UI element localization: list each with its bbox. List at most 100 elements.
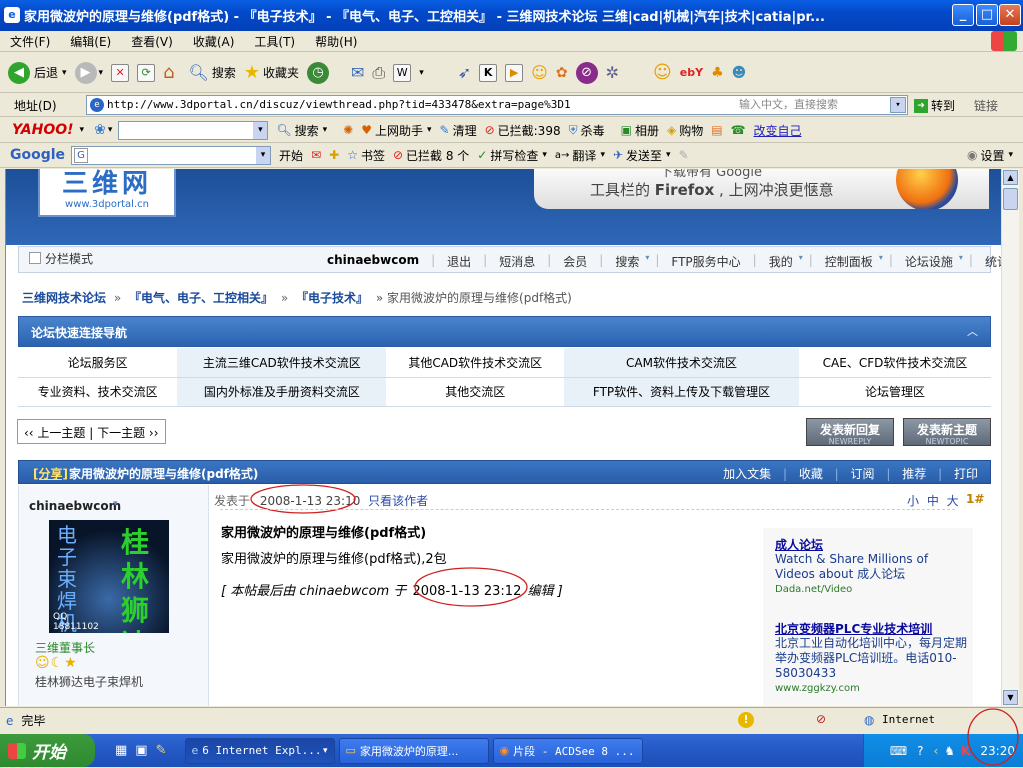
taskbar-task-ie[interactable]: e 6 Internet Expl... ▾ — [184, 737, 335, 764]
keyboard-icon[interactable]: ⌨ — [890, 744, 907, 758]
go-button[interactable]: ➜ 转到 — [914, 97, 955, 114]
ad-url[interactable]: www.zggkzy.com — [775, 683, 860, 694]
chevron-down-icon[interactable]: ▾ — [419, 68, 424, 78]
mail-button[interactable]: ✉ — [351, 63, 364, 82]
menu-favorites[interactable]: 收藏(A) — [183, 33, 245, 50]
taskbar-task-folder[interactable]: ▭ 家用微波炉的原理... — [338, 737, 489, 764]
scroll-down-arrow-icon[interactable]: ▼ — [1003, 690, 1018, 705]
k-app-icon[interactable]: K — [479, 63, 498, 82]
back-button[interactable]: ◀ 后退 ▾ — [8, 61, 67, 84]
site-logo[interactable]: 三维网 www.3dportal.cn — [38, 169, 176, 217]
google-search-button[interactable]: 开始 — [279, 147, 303, 164]
flower-icon[interactable]: ❀ — [94, 122, 106, 138]
quicknav-link[interactable]: 主流三维CAD软件技术交流区 — [177, 348, 387, 378]
bookmarks-button[interactable]: ☆ 书签 — [347, 147, 385, 164]
news-icon[interactable]: ✉ — [311, 148, 321, 162]
menu-edit[interactable]: 编辑(E) — [60, 33, 121, 50]
maximize-button[interactable]: □ — [976, 4, 998, 26]
chevron-down-icon[interactable]: ▾ — [80, 125, 85, 135]
address-input[interactable]: e http://www.3dportal.cn/discuz/viewthre… — [86, 95, 908, 115]
quicknav-link[interactable]: CAM软件技术交流区 — [563, 348, 800, 378]
scroll-thumb[interactable] — [1003, 188, 1018, 210]
shopping-button[interactable]: ◈ 购物 — [667, 122, 703, 139]
contacts-icon[interactable]: ☻ — [732, 65, 747, 81]
rss-icon[interactable]: ▤ — [711, 123, 722, 137]
nav-facilities[interactable]: 论坛设施 — [899, 253, 959, 270]
clean-button[interactable]: ✎ 清理 — [440, 122, 477, 139]
firefox-banner[interactable]: 下载带有 Google 工具栏的 Firefox , 上网冲浪更惬意 — [534, 169, 989, 209]
dropdown-arrow-icon[interactable]: ▾ — [256, 146, 271, 164]
messenger-icon[interactable]: ➶ — [458, 63, 471, 82]
quicknav-link[interactable]: 其他交流区 — [386, 377, 564, 407]
home-button[interactable]: ⌂ — [163, 62, 174, 83]
scroll-up-arrow-icon[interactable]: ▲ — [1003, 170, 1018, 185]
change-link[interactable]: 改变自己 — [754, 122, 802, 139]
action-add-collection[interactable]: 加入文集 — [723, 467, 771, 481]
qq-icon[interactable]: ♞ — [944, 744, 955, 758]
quicknav-link[interactable]: 国内外标准及手册资料交流区 — [177, 377, 387, 407]
quicklaunch-app-icon[interactable]: ✎ — [156, 743, 167, 758]
favorites-button[interactable]: ★ 收藏夹 — [244, 62, 299, 83]
nav-search[interactable]: 搜索 — [609, 253, 645, 270]
vertical-scrollbar[interactable]: ▲ ▼ — [1001, 169, 1019, 706]
only-author-link[interactable]: 只看该作者 — [368, 494, 428, 508]
ad-text[interactable]: Watch & Share Millions of Videos about 成… — [775, 552, 965, 582]
split-mode-label[interactable]: 分栏模式 — [45, 250, 93, 267]
highlight-icon[interactable]: ✎ — [679, 148, 689, 162]
yahoo-search-button[interactable]: 🔍︎ 搜索 ▾ — [276, 122, 327, 139]
nav-messages[interactable]: 短消息 — [493, 253, 541, 270]
nav-ftp[interactable]: FTP服务中心 — [665, 253, 746, 270]
menu-file[interactable]: 文件(F) — [0, 33, 60, 50]
yahoo-logo[interactable]: YAHOO! — [12, 122, 74, 138]
edit-button[interactable]: W — [393, 63, 412, 82]
chevron-down-icon[interactable]: ▾ — [113, 499, 118, 509]
breadcrumb-category[interactable]: 『电气、电子、工控相关』 — [129, 291, 273, 305]
forward-button[interactable]: ▶ ▾ — [74, 61, 103, 84]
collapse-icon[interactable]: ︿ — [967, 323, 978, 339]
start-button[interactable]: 开始 — [0, 734, 95, 767]
popup-blocked-button[interactable]: ⊘ 已拦截:398 — [485, 122, 561, 139]
action-recommend[interactable]: 推荐 — [902, 467, 926, 481]
quicknav-link[interactable]: 其他CAD软件技术交流区 — [386, 348, 564, 378]
quicknav-link[interactable]: 专业资料、技术交流区 — [18, 377, 178, 407]
taskbar-task-acdsee[interactable]: ◉ 片段 - ACDSee 8 ... — [492, 737, 643, 764]
current-username[interactable]: chinaebwcom — [321, 253, 425, 270]
tools-icon[interactable]: ✿ — [556, 65, 568, 81]
dropdown-arrow-icon[interactable]: ▾ — [253, 121, 268, 139]
settings-button[interactable]: ◉ 设置 ▾ — [967, 147, 1013, 164]
quick-search-placeholder[interactable]: 输入中文，直接搜索 — [739, 96, 838, 114]
action-print[interactable]: 打印 — [954, 467, 978, 481]
breadcrumb-forum[interactable]: 『电子技术』 — [296, 291, 368, 305]
game-icon[interactable]: ♣ — [711, 65, 724, 81]
nav-stats[interactable]: 统计 — [979, 253, 1001, 270]
ad-url[interactable]: Dada.net/Video — [775, 584, 852, 595]
google-logo[interactable]: Google — [10, 147, 65, 163]
blocked-icon[interactable]: ⊘ — [816, 712, 826, 726]
nav-control-panel[interactable]: 控制面板 — [819, 253, 879, 270]
minimize-button[interactable]: _ — [952, 4, 974, 26]
gear-icon[interactable]: ✲ — [606, 63, 619, 82]
new-reply-button[interactable]: 发表新回复 NEWREPLY — [806, 418, 894, 446]
stop-button[interactable]: ✕ — [111, 63, 130, 82]
refresh-button[interactable]: ⟳ — [137, 63, 156, 82]
action-favorite[interactable]: 收藏 — [799, 467, 823, 481]
quicknav-link[interactable]: FTP软件、资料上传及下载管理区 — [563, 377, 800, 407]
quicklaunch-media-icon[interactable]: ▣ — [135, 743, 147, 758]
nav-logout[interactable]: 退出 — [441, 253, 477, 270]
font-size-switcher[interactable]: 小 中 大 — [907, 492, 959, 509]
nav-my[interactable]: 我的 — [763, 253, 799, 270]
ad-title[interactable]: 成人论坛 — [775, 536, 823, 553]
qq-smiley-icon[interactable]: ☺ — [653, 62, 672, 83]
translate-button[interactable]: a→ 翻译 ▾ — [555, 147, 605, 164]
puzzle-icon[interactable]: ✚ — [329, 148, 339, 162]
breadcrumb-home[interactable]: 三维网技术论坛 — [22, 291, 106, 305]
search-button[interactable]: 🔍︎ 搜索 — [189, 63, 236, 82]
print-button[interactable]: ⎙ — [372, 63, 385, 83]
ad-text[interactable]: 北京工业自动化培训中心，每月定期举办变频器PLC培训班。电话010-580304… — [775, 636, 969, 681]
antivirus-button[interactable]: ⛨ 杀毒 — [569, 122, 605, 139]
expand-tray-icon[interactable]: ‹ — [934, 744, 939, 758]
thread-tag[interactable]: [分享] — [33, 465, 68, 482]
ebay-icon[interactable]: ebY — [680, 66, 703, 79]
menu-view[interactable]: 查看(V) — [121, 33, 183, 50]
player-icon[interactable]: ▶ — [505, 63, 524, 82]
